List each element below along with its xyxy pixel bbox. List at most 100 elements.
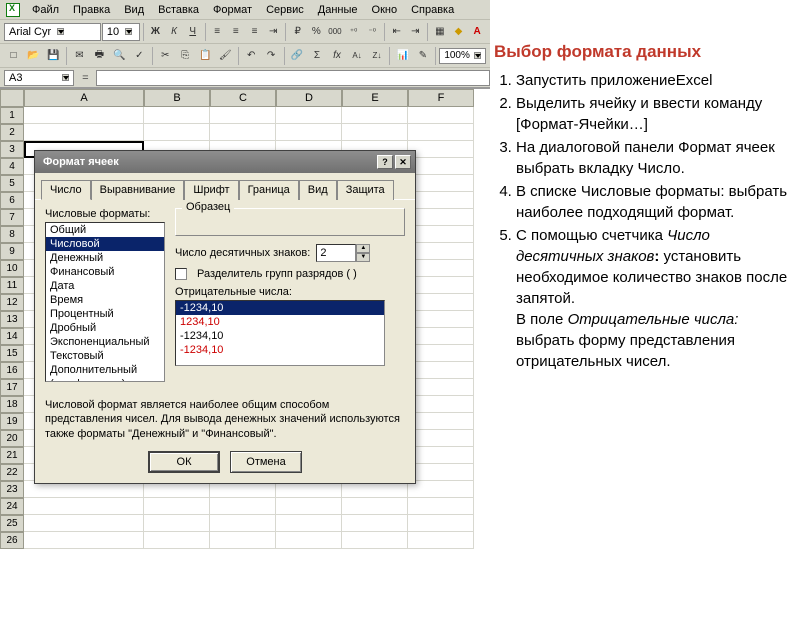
row-header[interactable]: 12: [0, 294, 24, 311]
cell[interactable]: [408, 175, 474, 192]
list-item[interactable]: Общий: [46, 223, 164, 237]
list-item[interactable]: (все форматы): [46, 377, 164, 382]
menu-file[interactable]: Файл: [26, 3, 65, 17]
row-header[interactable]: 26: [0, 532, 24, 549]
menu-window[interactable]: Окно: [366, 3, 404, 17]
menu-edit[interactable]: Правка: [67, 3, 116, 17]
row-header[interactable]: 10: [0, 260, 24, 277]
cell[interactable]: [408, 294, 474, 311]
cell[interactable]: [210, 498, 276, 515]
new-button[interactable]: □: [4, 46, 23, 66]
col-header[interactable]: F: [408, 89, 474, 107]
row-header[interactable]: 4: [0, 158, 24, 175]
cell[interactable]: [276, 124, 342, 141]
menu-data[interactable]: Данные: [312, 3, 364, 17]
row-header[interactable]: 15: [0, 345, 24, 362]
fx-button[interactable]: fx: [328, 46, 347, 66]
row-header[interactable]: 22: [0, 464, 24, 481]
number-formats-list[interactable]: ОбщийЧисловойДенежныйФинансовыйДатаВремя…: [45, 222, 165, 382]
cell[interactable]: [408, 243, 474, 260]
row-header[interactable]: 5: [0, 175, 24, 192]
cell[interactable]: [408, 260, 474, 277]
cell[interactable]: [408, 447, 474, 464]
col-header[interactable]: B: [144, 89, 210, 107]
list-item[interactable]: -1234,10: [176, 329, 384, 343]
print-button[interactable]: 🖶: [90, 46, 109, 66]
cell[interactable]: [276, 107, 342, 124]
cell[interactable]: [408, 226, 474, 243]
list-item[interactable]: -1234,10: [176, 301, 384, 315]
border-button[interactable]: ▦: [431, 22, 449, 42]
list-item[interactable]: Экспоненциальный: [46, 335, 164, 349]
formula-bar[interactable]: [96, 70, 490, 86]
list-item[interactable]: Дробный: [46, 321, 164, 335]
save-button[interactable]: 💾: [44, 46, 63, 66]
redo-button[interactable]: ↷: [262, 46, 281, 66]
col-header[interactable]: E: [342, 89, 408, 107]
cell[interactable]: [408, 532, 474, 549]
sort-asc-button[interactable]: A↓: [348, 46, 367, 66]
list-item[interactable]: Дополнительный: [46, 363, 164, 377]
list-item[interactable]: 1234,10: [176, 315, 384, 329]
percent-button[interactable]: %: [307, 22, 325, 42]
mail-button[interactable]: ✉: [70, 46, 89, 66]
preview-button[interactable]: 🔍: [110, 46, 129, 66]
cell[interactable]: [342, 124, 408, 141]
name-box[interactable]: A3: [4, 70, 74, 86]
paste-button[interactable]: 📋: [196, 46, 215, 66]
cell[interactable]: [408, 481, 474, 498]
spell-button[interactable]: ✓: [130, 46, 149, 66]
list-item[interactable]: Денежный: [46, 251, 164, 265]
menu-insert[interactable]: Вставка: [152, 3, 205, 17]
spinner-up-icon[interactable]: ▲: [356, 244, 370, 253]
select-all-corner[interactable]: [0, 89, 24, 107]
cell[interactable]: [408, 362, 474, 379]
tab-border[interactable]: Граница: [239, 180, 299, 200]
sum-button[interactable]: Σ: [308, 46, 327, 66]
list-item[interactable]: Числовой: [46, 237, 164, 251]
cell[interactable]: [24, 107, 144, 124]
row-header[interactable]: 25: [0, 515, 24, 532]
chart-button[interactable]: 📊: [393, 46, 412, 66]
row-header[interactable]: 9: [0, 243, 24, 260]
col-header[interactable]: A: [24, 89, 144, 107]
row-header[interactable]: 3: [0, 141, 24, 158]
cell[interactable]: [342, 107, 408, 124]
row-header[interactable]: 17: [0, 379, 24, 396]
list-item[interactable]: Дата: [46, 279, 164, 293]
tab-protection[interactable]: Защита: [337, 180, 394, 200]
cell[interactable]: [210, 107, 276, 124]
cell[interactable]: [144, 515, 210, 532]
list-item[interactable]: Финансовый: [46, 265, 164, 279]
currency-button[interactable]: ₽: [289, 22, 307, 42]
tab-alignment[interactable]: Выравнивание: [91, 180, 185, 200]
font-size-combo[interactable]: 10: [102, 23, 140, 41]
cut-button[interactable]: ✂: [156, 46, 175, 66]
menu-format[interactable]: Формат: [207, 3, 258, 17]
indent-inc-button[interactable]: ⇥: [407, 22, 425, 42]
italic-button[interactable]: К: [165, 22, 183, 42]
cell[interactable]: [408, 124, 474, 141]
cell[interactable]: [210, 515, 276, 532]
list-item[interactable]: Время: [46, 293, 164, 307]
comma-button[interactable]: 000: [326, 22, 344, 42]
cell[interactable]: [408, 396, 474, 413]
cell[interactable]: [408, 158, 474, 175]
row-header[interactable]: 14: [0, 328, 24, 345]
menu-help[interactable]: Справка: [405, 3, 460, 17]
row-header[interactable]: 2: [0, 124, 24, 141]
cell[interactable]: [276, 498, 342, 515]
open-button[interactable]: 📂: [24, 46, 43, 66]
row-header[interactable]: 24: [0, 498, 24, 515]
col-header[interactable]: C: [210, 89, 276, 107]
cell[interactable]: [408, 413, 474, 430]
sort-desc-button[interactable]: Z↓: [367, 46, 386, 66]
cell[interactable]: [408, 379, 474, 396]
format-painter-button[interactable]: 🖌: [216, 46, 235, 66]
row-header[interactable]: 1: [0, 107, 24, 124]
fill-button[interactable]: ◆: [450, 22, 468, 42]
align-right-button[interactable]: ≡: [246, 22, 264, 42]
cell[interactable]: [144, 498, 210, 515]
cell[interactable]: [408, 328, 474, 345]
font-name-combo[interactable]: Arial Cyr: [4, 23, 101, 41]
